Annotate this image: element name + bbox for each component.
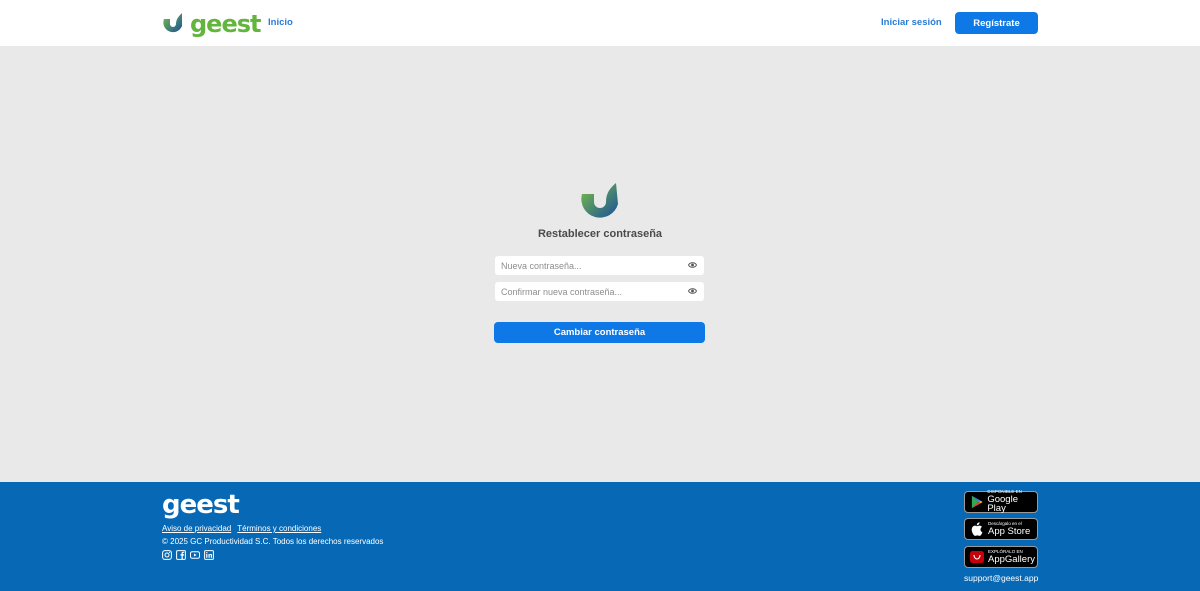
- geest-logo-mark-icon: [163, 13, 182, 33]
- register-button[interactable]: Regístrate: [955, 12, 1038, 34]
- geest-mark-icon: [581, 183, 618, 218]
- page-title: Restablecer contraseña: [537, 228, 663, 240]
- terms-link[interactable]: Términos y condiciones: [237, 524, 321, 533]
- confirm-password-field[interactable]: [495, 282, 704, 301]
- eye-icon[interactable]: [688, 261, 697, 269]
- badge-store-name: Google Play: [987, 493, 1018, 515]
- confirm-password-input[interactable]: [501, 283, 681, 300]
- footer-links: Aviso de privacidad Términos y condicion…: [162, 524, 321, 533]
- google-play-badge[interactable]: DISPONIBLE EN Google Play: [964, 490, 1038, 515]
- linkedin-icon[interactable]: [204, 550, 214, 560]
- new-password-input[interactable]: [501, 257, 681, 274]
- facebook-icon[interactable]: [176, 550, 186, 560]
- new-password-field[interactable]: [495, 256, 704, 275]
- login-link[interactable]: Iniciar sesión: [881, 17, 942, 28]
- huawei-icon: [970, 551, 984, 563]
- header: geest Inicio Iniciar sesión Regístrate: [0, 0, 1200, 46]
- privacy-link[interactable]: Aviso de privacidad: [162, 524, 231, 533]
- google-play-icon: [971, 495, 983, 509]
- footer-logo[interactable]: geest: [162, 492, 240, 518]
- copyright-text: © 2025 GC Productividad S.C. Todos los d…: [162, 537, 384, 546]
- footer: geest Aviso de privacidad Términos y con…: [0, 482, 1200, 591]
- instagram-icon[interactable]: [162, 550, 172, 560]
- badge-store-name: AppGallery: [988, 553, 1035, 565]
- support-email[interactable]: support@geest.app: [964, 573, 1038, 583]
- logo-text: geest: [190, 10, 261, 38]
- nav-home-link[interactable]: Inicio: [268, 17, 293, 28]
- eye-icon[interactable]: [688, 287, 697, 295]
- apple-icon: [971, 522, 983, 536]
- app-store-badge[interactable]: Descárgalo en el App Store: [964, 518, 1038, 540]
- youtube-icon[interactable]: [190, 550, 200, 560]
- social-links: [162, 550, 214, 560]
- geest-logo[interactable]: geest: [162, 11, 261, 37]
- badge-store-name: App Store: [988, 525, 1031, 537]
- change-password-button[interactable]: Cambiar contraseña: [494, 322, 705, 343]
- app-gallery-badge[interactable]: EXPLÓRALO EN AppGallery: [964, 546, 1038, 568]
